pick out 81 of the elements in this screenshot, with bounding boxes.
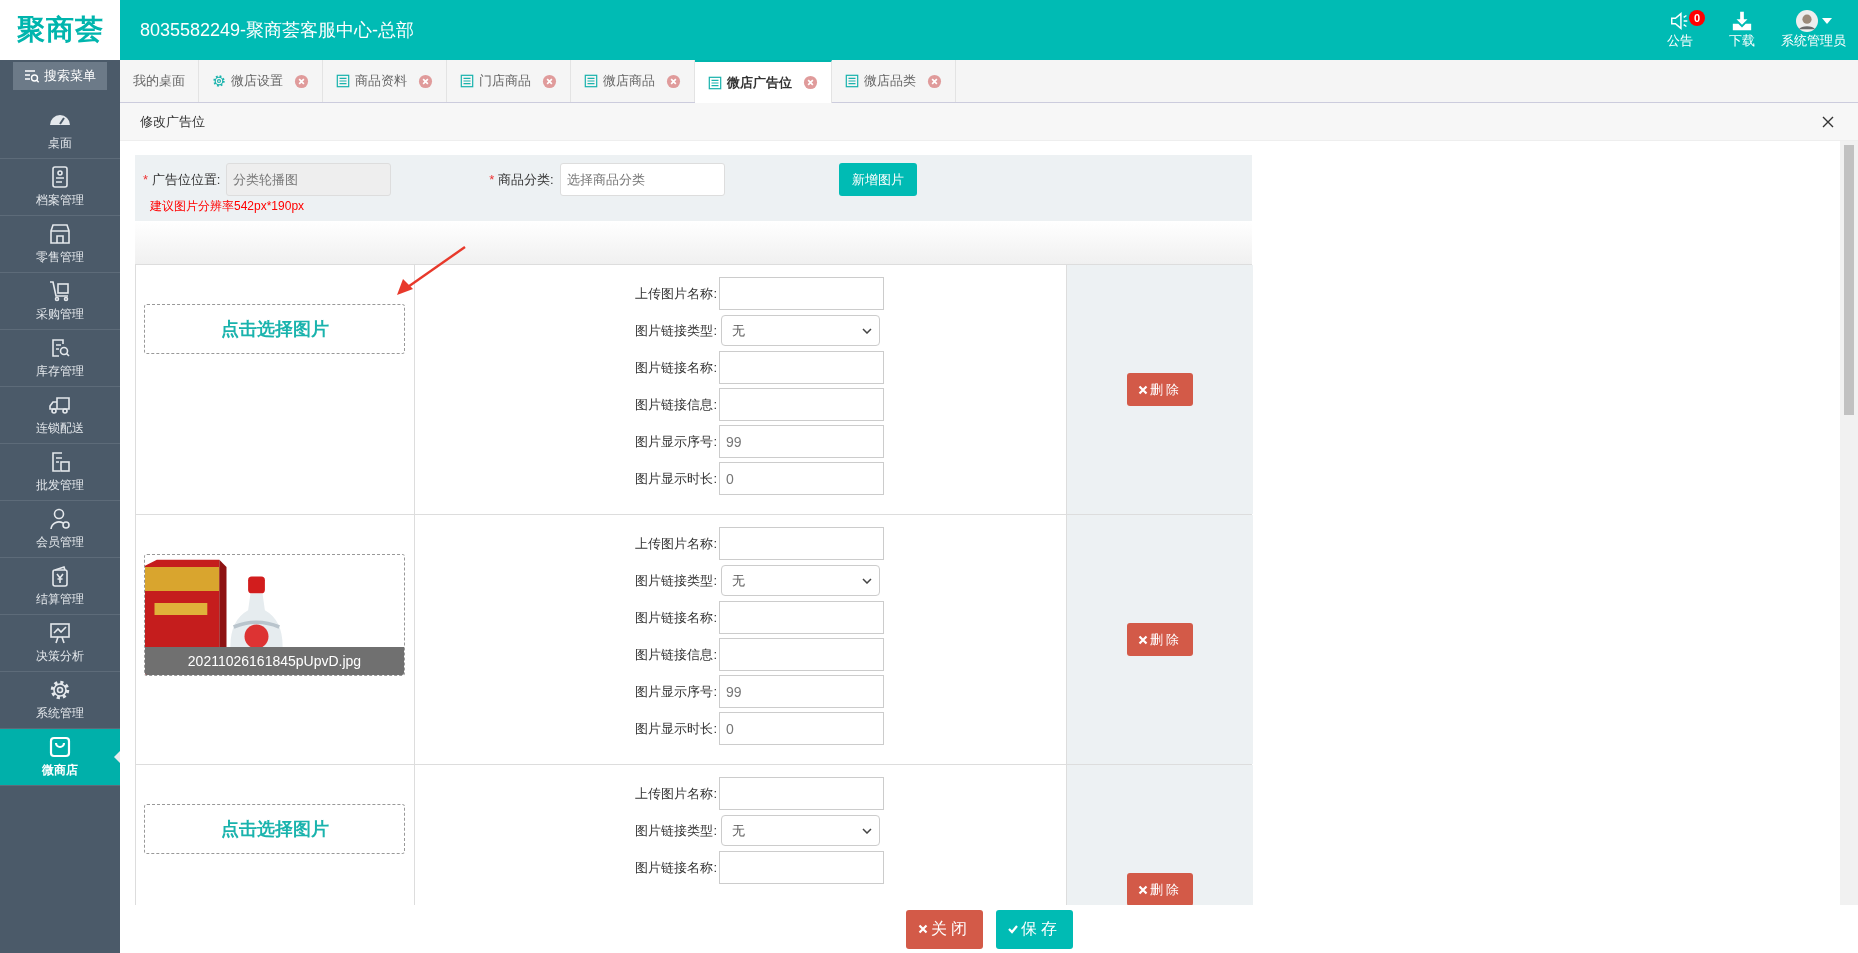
system-title: 8035582249-聚商荟客服中心-总部 xyxy=(139,19,415,42)
arrow xyxy=(397,246,467,296)
image-preview[interactable]: 20211026161845pUpvD.jpg xyxy=(144,554,405,676)
field-label: 上传图片名称: xyxy=(634,284,717,303)
logo: 聚商荟 xyxy=(16,13,104,47)
field-label: 图片显示序号: xyxy=(634,682,717,701)
list-icon xyxy=(845,74,859,88)
field-label: * 广告位位置: xyxy=(143,170,221,189)
link-type-select[interactable]: 无 xyxy=(721,815,880,846)
tab[interactable]: 商品资料 xyxy=(323,60,447,102)
scrollbar[interactable] xyxy=(1840,141,1858,905)
field-label: 图片链接信息: xyxy=(634,395,717,414)
check-icon xyxy=(1007,924,1018,934)
tab[interactable]: 微店设置 xyxy=(199,60,323,102)
field-label: 图片链接名称: xyxy=(634,358,717,377)
list-icon xyxy=(584,74,598,88)
input-field[interactable] xyxy=(719,777,884,810)
tab[interactable]: 微店品类 xyxy=(832,60,956,102)
notice-count: 0 xyxy=(1689,10,1705,26)
tab[interactable]: 门店商品 xyxy=(447,60,571,102)
input-field[interactable]: 0 xyxy=(719,462,884,495)
field-label: 图片链接类型: xyxy=(634,821,717,840)
chevron-icon xyxy=(862,827,872,834)
input-field[interactable]: 0 xyxy=(719,712,884,745)
close-button[interactable]: 关闭 xyxy=(905,909,983,949)
field-label: 图片显示时长: xyxy=(634,719,717,738)
delete-button[interactable]: 删除 xyxy=(1127,373,1193,406)
input-field[interactable]: 99 xyxy=(719,425,884,458)
field-label: 图片链接名称: xyxy=(634,608,717,627)
input-field[interactable] xyxy=(719,351,884,384)
store-icon xyxy=(48,222,72,246)
download-icon xyxy=(1730,10,1754,32)
field-label: 图片链接名称: xyxy=(634,858,717,877)
field-label: 图片链接类型: xyxy=(634,321,717,340)
user-icon xyxy=(48,507,72,531)
caret-icon xyxy=(1821,18,1832,24)
settings-icon xyxy=(212,74,226,88)
list-icon xyxy=(460,74,474,88)
bag-icon xyxy=(48,735,72,759)
delete-button[interactable]: 删除 xyxy=(1127,623,1193,656)
search-menu-button[interactable]: 搜索菜单 xyxy=(13,62,107,90)
tab[interactable]: 我的桌面 xyxy=(120,60,199,102)
close-icon xyxy=(1138,634,1148,645)
settings-icon xyxy=(48,678,72,702)
input-field[interactable] xyxy=(719,638,884,671)
menu-search-icon xyxy=(24,68,40,84)
chart-board-icon xyxy=(48,621,72,645)
close-icon xyxy=(1138,384,1148,395)
close-icon xyxy=(1138,884,1148,895)
category-field[interactable]: 选择商品分类 xyxy=(559,163,725,196)
chevron-icon xyxy=(862,327,872,334)
close-icon xyxy=(917,924,928,934)
input-field[interactable] xyxy=(719,527,884,560)
cart-icon xyxy=(48,279,72,303)
link-type-select[interactable]: 无 xyxy=(721,315,880,346)
input-field[interactable] xyxy=(719,851,884,884)
list-icon xyxy=(708,75,722,90)
field-label: * 商品分类: xyxy=(489,170,554,189)
field-label: 图片链接信息: xyxy=(634,645,717,664)
delete-button[interactable]: 删除 xyxy=(1127,873,1193,905)
input-field[interactable]: 99 xyxy=(719,675,884,708)
avatar-icon xyxy=(1795,10,1818,32)
field-label: 图片显示时长: xyxy=(634,469,717,488)
input-field[interactable] xyxy=(719,277,884,310)
chevron-icon xyxy=(862,577,872,584)
tab[interactable]: 微店广告位 xyxy=(695,60,832,103)
notice-button[interactable]: 0 公告 xyxy=(1661,6,1709,54)
close-icon[interactable] xyxy=(1822,115,1834,128)
image-filename: 20211026161845pUpvD.jpg xyxy=(145,647,404,675)
link-type-select[interactable]: 无 xyxy=(721,565,880,596)
field-label: 图片显示序号: xyxy=(634,432,717,451)
pointer-icon xyxy=(114,751,120,763)
field-label: 上传图片名称: xyxy=(634,534,717,553)
dialog-title: 修改广告位 xyxy=(140,112,205,131)
resolution-hint: 建议图片分辨率542px*190px xyxy=(150,198,306,215)
input-field[interactable] xyxy=(719,388,884,421)
input-field[interactable] xyxy=(719,601,884,634)
field-label: 上传图片名称: xyxy=(634,784,717,803)
position-field[interactable]: 分类轮播图 xyxy=(226,163,392,196)
field-label: 图片链接类型: xyxy=(634,571,717,590)
list-icon xyxy=(336,74,350,88)
